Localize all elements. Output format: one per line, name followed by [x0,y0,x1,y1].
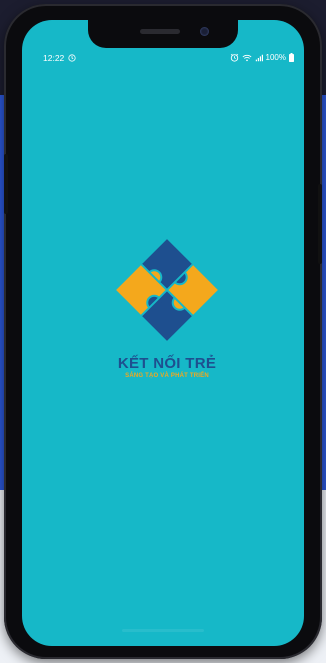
status-left: 12:22 [43,53,76,63]
app-tagline: SÁNG TẠO VÀ PHÁT TRIỂN [125,373,209,379]
front-camera [200,27,209,36]
splash-logo: KẾT NỐI TRẺ SÁNG TẠO VÀ PHÁT TRIỂN [26,235,308,379]
power-button [318,184,322,264]
earpiece-speaker [140,29,180,34]
home-indicator [122,629,204,632]
status-right: 100% [230,53,294,62]
phone-notch [88,20,238,48]
status-time: 12:22 [43,53,65,63]
volume-button [4,154,8,214]
battery-percent: 100% [265,53,286,62]
battery-icon [289,53,294,62]
wifi-icon [242,54,252,62]
app-name: KẾT NỐI TRẺ [117,355,217,372]
sync-icon [68,54,76,62]
alarm-icon [230,53,239,62]
puzzle-logo-icon [112,235,222,345]
signal-icon [255,54,263,62]
